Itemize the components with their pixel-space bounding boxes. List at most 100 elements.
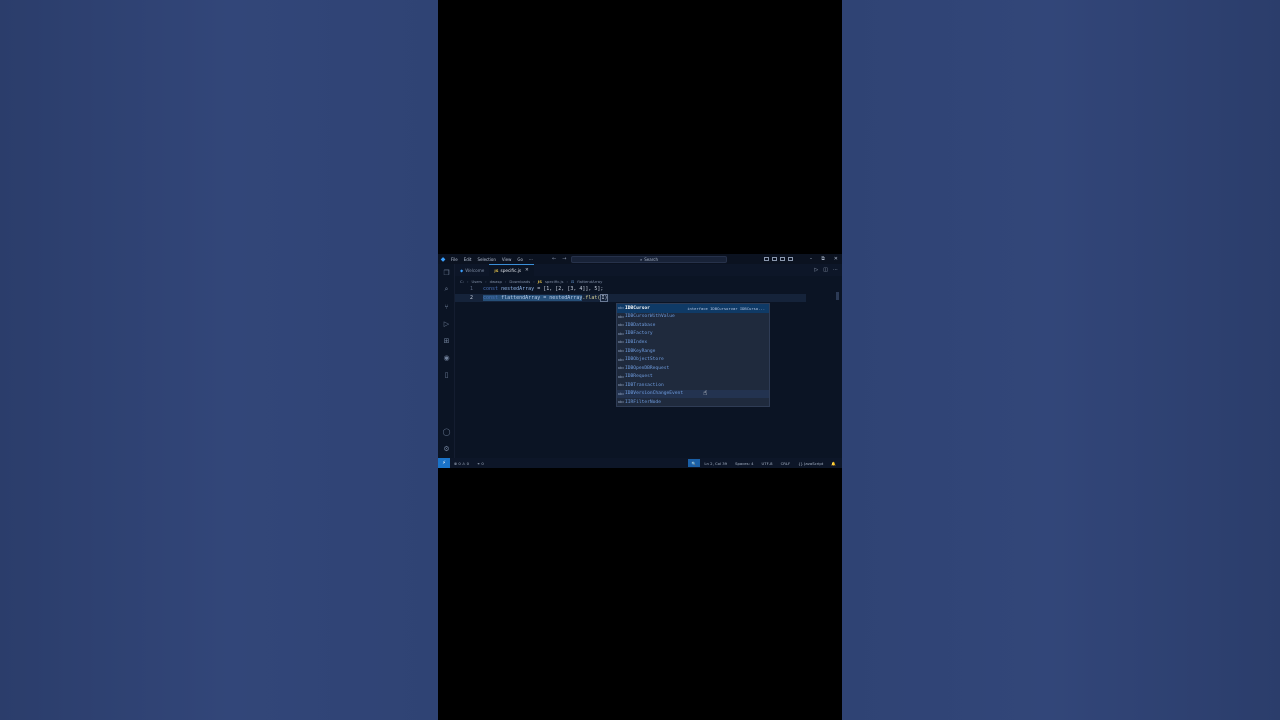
tab-label: specific.js xyxy=(500,268,522,273)
accounts-icon[interactable]: ◯ xyxy=(442,427,451,436)
extensions-icon[interactable]: ⊞ xyxy=(442,336,451,345)
text-suggestion-icon: abc xyxy=(617,340,625,345)
tab-specific-js[interactable]: JS specific.js ✕ xyxy=(489,264,534,276)
text-suggestion-icon: abc xyxy=(617,391,625,396)
code-line: 1 const nestedArray = [1, [2, [3, 4]], 5… xyxy=(455,285,806,293)
layout-controls xyxy=(764,254,793,264)
cursor-position[interactable]: Ln 2, Col 39 xyxy=(700,461,731,466)
menu-edit[interactable]: Edit xyxy=(461,257,475,262)
suggestion-item[interactable]: abc IIRFilterNode xyxy=(617,398,769,407)
source-control-icon[interactable]: ⑂ xyxy=(442,302,451,311)
js-file-icon: JS xyxy=(537,279,542,284)
vscode-tab-icon: ◆ xyxy=(460,267,464,273)
run-file-icon[interactable]: ▷ xyxy=(814,267,818,273)
code-line-current: 2 const flattendArray = nestedArray.flat… xyxy=(455,293,806,302)
menu-view[interactable]: View xyxy=(499,257,515,262)
variable-icon: ⊡ xyxy=(571,279,575,284)
suggestion-item[interactable]: abc IDBRequest xyxy=(617,372,769,381)
text-suggestion-icon: abc xyxy=(617,357,625,362)
text-suggestion-icon: abc xyxy=(617,374,625,379)
eol-status[interactable]: CRLF xyxy=(777,461,795,466)
customize-layout-icon[interactable] xyxy=(788,257,793,261)
minimize-icon[interactable]: – xyxy=(810,256,813,262)
restore-icon[interactable]: ⧉ xyxy=(821,256,825,262)
activity-bar: ❐ ⌕ ⑂ ▷ ⊞ ◉ ▯ ◯ ⚙ xyxy=(438,264,455,458)
notifications-bell-icon[interactable]: 🔔 xyxy=(827,461,840,466)
tab-welcome[interactable]: ◆ Welcome xyxy=(455,264,489,276)
nav-arrows: ← → xyxy=(552,254,566,264)
text-suggestion-icon: abc xyxy=(617,366,625,371)
indentation-status[interactable]: Spaces: 4 xyxy=(731,461,757,466)
copilot-icon[interactable]: ◉ xyxy=(442,353,451,362)
explorer-icon[interactable]: ❐ xyxy=(442,268,451,277)
window-controls: – ⧉ ✕ xyxy=(810,254,838,264)
suggestion-item[interactable]: abc IDBCursorWithValue xyxy=(617,313,769,322)
breadcrumb-item[interactable]: C: xyxy=(460,279,464,284)
remote-explorer-icon[interactable]: ▯ xyxy=(442,370,451,379)
breadcrumb-item[interactable]: dwasp xyxy=(490,279,502,284)
text-suggestion-icon: abc xyxy=(617,400,625,405)
toggle-panel-icon[interactable] xyxy=(772,257,777,261)
title-bar: ◆ File Edit Selection View Go ··· ← → ⌕ … xyxy=(438,254,842,264)
suggestion-item[interactable]: abc IDBObjectStore xyxy=(617,355,769,364)
line-text: const nestedArray = [1, [2, [3, 4]], 5]; xyxy=(483,286,604,292)
search-icon: ⌕ xyxy=(640,257,643,262)
breadcrumb: C: › Users › dwasp › Downloads › JS specific… xyxy=(460,279,603,284)
tab-label: Welcome xyxy=(465,267,485,273)
problems-status[interactable]: ⊗ 0 ⚠ 0 xyxy=(450,461,473,466)
editor-actions: ▷ ◫ ⋯ xyxy=(814,264,838,276)
back-arrow-icon[interactable]: ← xyxy=(552,256,556,262)
breadcrumb-item[interactable]: flattendArray xyxy=(577,279,602,284)
text-suggestion-icon: abc xyxy=(617,349,625,354)
menu-file[interactable]: File xyxy=(448,257,461,262)
menu-more[interactable]: ··· xyxy=(526,257,536,262)
text-suggestion-icon: abc xyxy=(617,383,625,388)
suggestion-item[interactable]: abc IDBOpenDBRequest xyxy=(617,364,769,373)
text-suggestion-icon: abc xyxy=(617,323,625,328)
status-bar: ⚡ ⊗ 0 ⚠ 0 ⚭ 0 🔍 Ln 2, Col 39 Spaces: 4 U… xyxy=(438,458,842,468)
search-placeholder: Search xyxy=(644,257,658,262)
line-number: 2 xyxy=(469,294,473,301)
breadcrumb-item[interactable]: Users xyxy=(471,279,482,284)
suggestion-item[interactable]: abc IDBVersionChangeEvent xyxy=(617,389,769,399)
suggestion-item[interactable]: abc IDBFactory xyxy=(617,330,769,339)
command-center-search[interactable]: ⌕ Search xyxy=(571,256,727,263)
text-suggestion-icon: abc xyxy=(617,331,625,336)
editor-tabs: ◆ Welcome JS specific.js ✕ ▷ ◫ ⋯ xyxy=(455,264,842,276)
zoom-icon[interactable]: 🔍 xyxy=(687,459,701,467)
text-suggestion-icon: abc xyxy=(617,306,625,311)
split-editor-icon[interactable]: ◫ xyxy=(823,267,828,273)
toggle-secondary-sidebar-icon[interactable] xyxy=(780,257,785,261)
menu-go[interactable]: Go xyxy=(514,257,526,262)
editor-scrollbar[interactable] xyxy=(836,292,839,300)
vscode-logo-icon: ◆ xyxy=(440,255,446,263)
toggle-sidebar-icon[interactable] xyxy=(764,257,769,261)
video-frame: ◆ File Edit Selection View Go ··· ← → ⌕ … xyxy=(438,0,842,720)
settings-gear-icon[interactable]: ⚙ xyxy=(442,444,451,453)
close-tab-icon[interactable]: ✕ xyxy=(525,268,529,273)
status-right: 🔍 Ln 2, Col 39 Spaces: 4 UTF-8 CRLF {} J… xyxy=(687,458,840,468)
suggestion-item[interactable]: abc IDBIndex xyxy=(617,338,769,347)
run-debug-icon[interactable]: ▷ xyxy=(442,319,451,328)
search-sidebar-icon[interactable]: ⌕ xyxy=(442,285,451,294)
suggestion-item[interactable]: abc IDBTransaction xyxy=(617,381,769,390)
ports-status[interactable]: ⚭ 0 xyxy=(473,461,488,466)
line-text: const flattendArray = nestedArray.flat(I… xyxy=(483,293,609,302)
remote-indicator-icon[interactable]: ⚡ xyxy=(438,458,450,468)
breadcrumb-item[interactable]: specific.js xyxy=(545,279,564,284)
intellisense-suggest-widget: abc IDBCursor interface IDBCursorvar IDB… xyxy=(616,303,770,407)
text-suggestion-icon: abc xyxy=(617,314,625,319)
suggestion-item[interactable]: abc IDBDatabase xyxy=(617,321,769,330)
encoding-status[interactable]: UTF-8 xyxy=(758,461,777,466)
close-window-icon[interactable]: ✕ xyxy=(834,256,838,262)
vscode-window: ◆ File Edit Selection View Go ··· ← → ⌕ … xyxy=(438,254,842,468)
breadcrumb-item[interactable]: Downloads xyxy=(509,279,530,284)
suggestion-item[interactable]: abc IDBCursor interface IDBCursorvar IDB… xyxy=(617,304,769,313)
language-mode[interactable]: {} JavaScript xyxy=(794,461,827,466)
more-actions-icon[interactable]: ⋯ xyxy=(833,267,838,273)
menu-selection[interactable]: Selection xyxy=(474,257,498,262)
hand-cursor-icon: ☝ xyxy=(703,389,708,397)
js-file-icon: JS xyxy=(494,268,499,273)
forward-arrow-icon[interactable]: → xyxy=(562,256,566,262)
suggestion-item[interactable]: abc IDBKeyRange xyxy=(617,347,769,356)
